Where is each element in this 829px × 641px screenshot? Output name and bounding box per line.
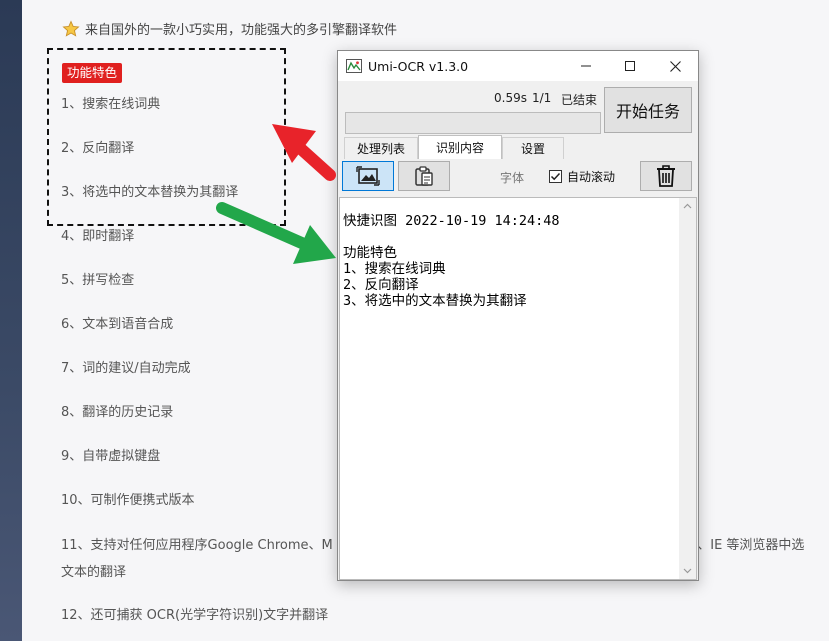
feature-item: 12、还可捕获 OCR(光学字符识别)文字并翻译 bbox=[61, 608, 329, 623]
screenshot-icon bbox=[356, 166, 380, 186]
output-line: 2、反向翻译 bbox=[343, 277, 419, 293]
title-bar[interactable]: Umi-OCR v1.3.0 bbox=[338, 51, 698, 81]
feature-item: 7、词的建议/自动完成 bbox=[61, 361, 191, 376]
autoscroll-label: 自动滚动 bbox=[567, 170, 616, 184]
feature-item: 5、拼写检查 bbox=[61, 273, 135, 288]
output-line: 快捷识图 2022-10-19 14:24:48 bbox=[343, 213, 560, 229]
start-task-button[interactable]: 开始任务 bbox=[604, 87, 692, 133]
toolbar: 字体 自动滚动 bbox=[338, 161, 698, 195]
tab-process-list[interactable]: 处理列表 bbox=[344, 137, 418, 159]
autoscroll-checkbox[interactable] bbox=[549, 170, 562, 183]
autoscroll-toggle[interactable]: 自动滚动 bbox=[549, 168, 615, 185]
feature-item: 10、可制作便携式版本 bbox=[61, 493, 195, 508]
scroll-down-icon[interactable] bbox=[683, 566, 692, 575]
app-icon bbox=[346, 59, 362, 73]
clipboard-button[interactable] bbox=[398, 161, 450, 191]
trash-icon bbox=[657, 165, 675, 187]
star-icon bbox=[62, 19, 80, 37]
progress-bar bbox=[345, 112, 601, 134]
task-count: 1/1 bbox=[532, 91, 552, 105]
font-label[interactable]: 字体 bbox=[500, 169, 524, 186]
window-title: Umi-OCR v1.3.0 bbox=[368, 58, 469, 74]
feature-item: 8、翻译的历史记录 bbox=[61, 405, 174, 420]
output-line: 3、将选中的文本替换为其翻译 bbox=[343, 293, 527, 309]
intro-text: 来自国外的一款小巧实用，功能强大的多引擎翻译软件 bbox=[85, 23, 398, 38]
output-line: 1、搜索在线词典 bbox=[343, 261, 446, 277]
ocr-output-text[interactable]: 快捷识图 2022-10-19 14:24:48 功能特色 1、搜索在线词典 2… bbox=[339, 197, 697, 580]
vertical-scrollbar[interactable] bbox=[679, 198, 696, 579]
close-button[interactable] bbox=[653, 51, 697, 81]
maximize-icon bbox=[625, 61, 635, 71]
feature-item: 9、自带虚拟键盘 bbox=[61, 449, 161, 464]
feature-item: 6、文本到语音合成 bbox=[61, 317, 174, 332]
clear-button[interactable] bbox=[640, 161, 692, 191]
feature-item: 11、支持对任何应用程序Google Chrome、M bbox=[61, 538, 333, 553]
ocr-window: Umi-OCR v1.3.0 0.59s 1/1 已结束 开始任务 处理列表 识… bbox=[337, 50, 699, 581]
tab-recognized-content[interactable]: 识别内容 bbox=[418, 135, 502, 159]
check-icon bbox=[550, 172, 561, 181]
close-icon bbox=[669, 60, 681, 72]
article-intro: 来自国外的一款小巧实用，功能强大的多引擎翻译软件 bbox=[62, 19, 397, 38]
scroll-up-icon[interactable] bbox=[683, 202, 692, 211]
task-status: 已结束 bbox=[561, 93, 598, 107]
minimize-icon bbox=[581, 65, 591, 67]
background-strip bbox=[0, 0, 22, 641]
feature-item-wrap: 文本的翻译 bbox=[61, 565, 127, 580]
output-line: 功能特色 bbox=[343, 245, 397, 261]
maximize-button[interactable] bbox=[608, 51, 652, 81]
feature-item: 4、即时翻译 bbox=[61, 229, 135, 244]
tab-settings[interactable]: 设置 bbox=[502, 137, 564, 159]
screenshot-button[interactable] bbox=[342, 161, 394, 191]
highlight-box bbox=[47, 48, 286, 226]
elapsed-time: 0.59s bbox=[494, 91, 527, 105]
feature-item-continued: be、IE 等浏览器中选 bbox=[681, 538, 805, 553]
minimize-button[interactable] bbox=[564, 51, 608, 81]
clipboard-icon bbox=[415, 166, 433, 186]
